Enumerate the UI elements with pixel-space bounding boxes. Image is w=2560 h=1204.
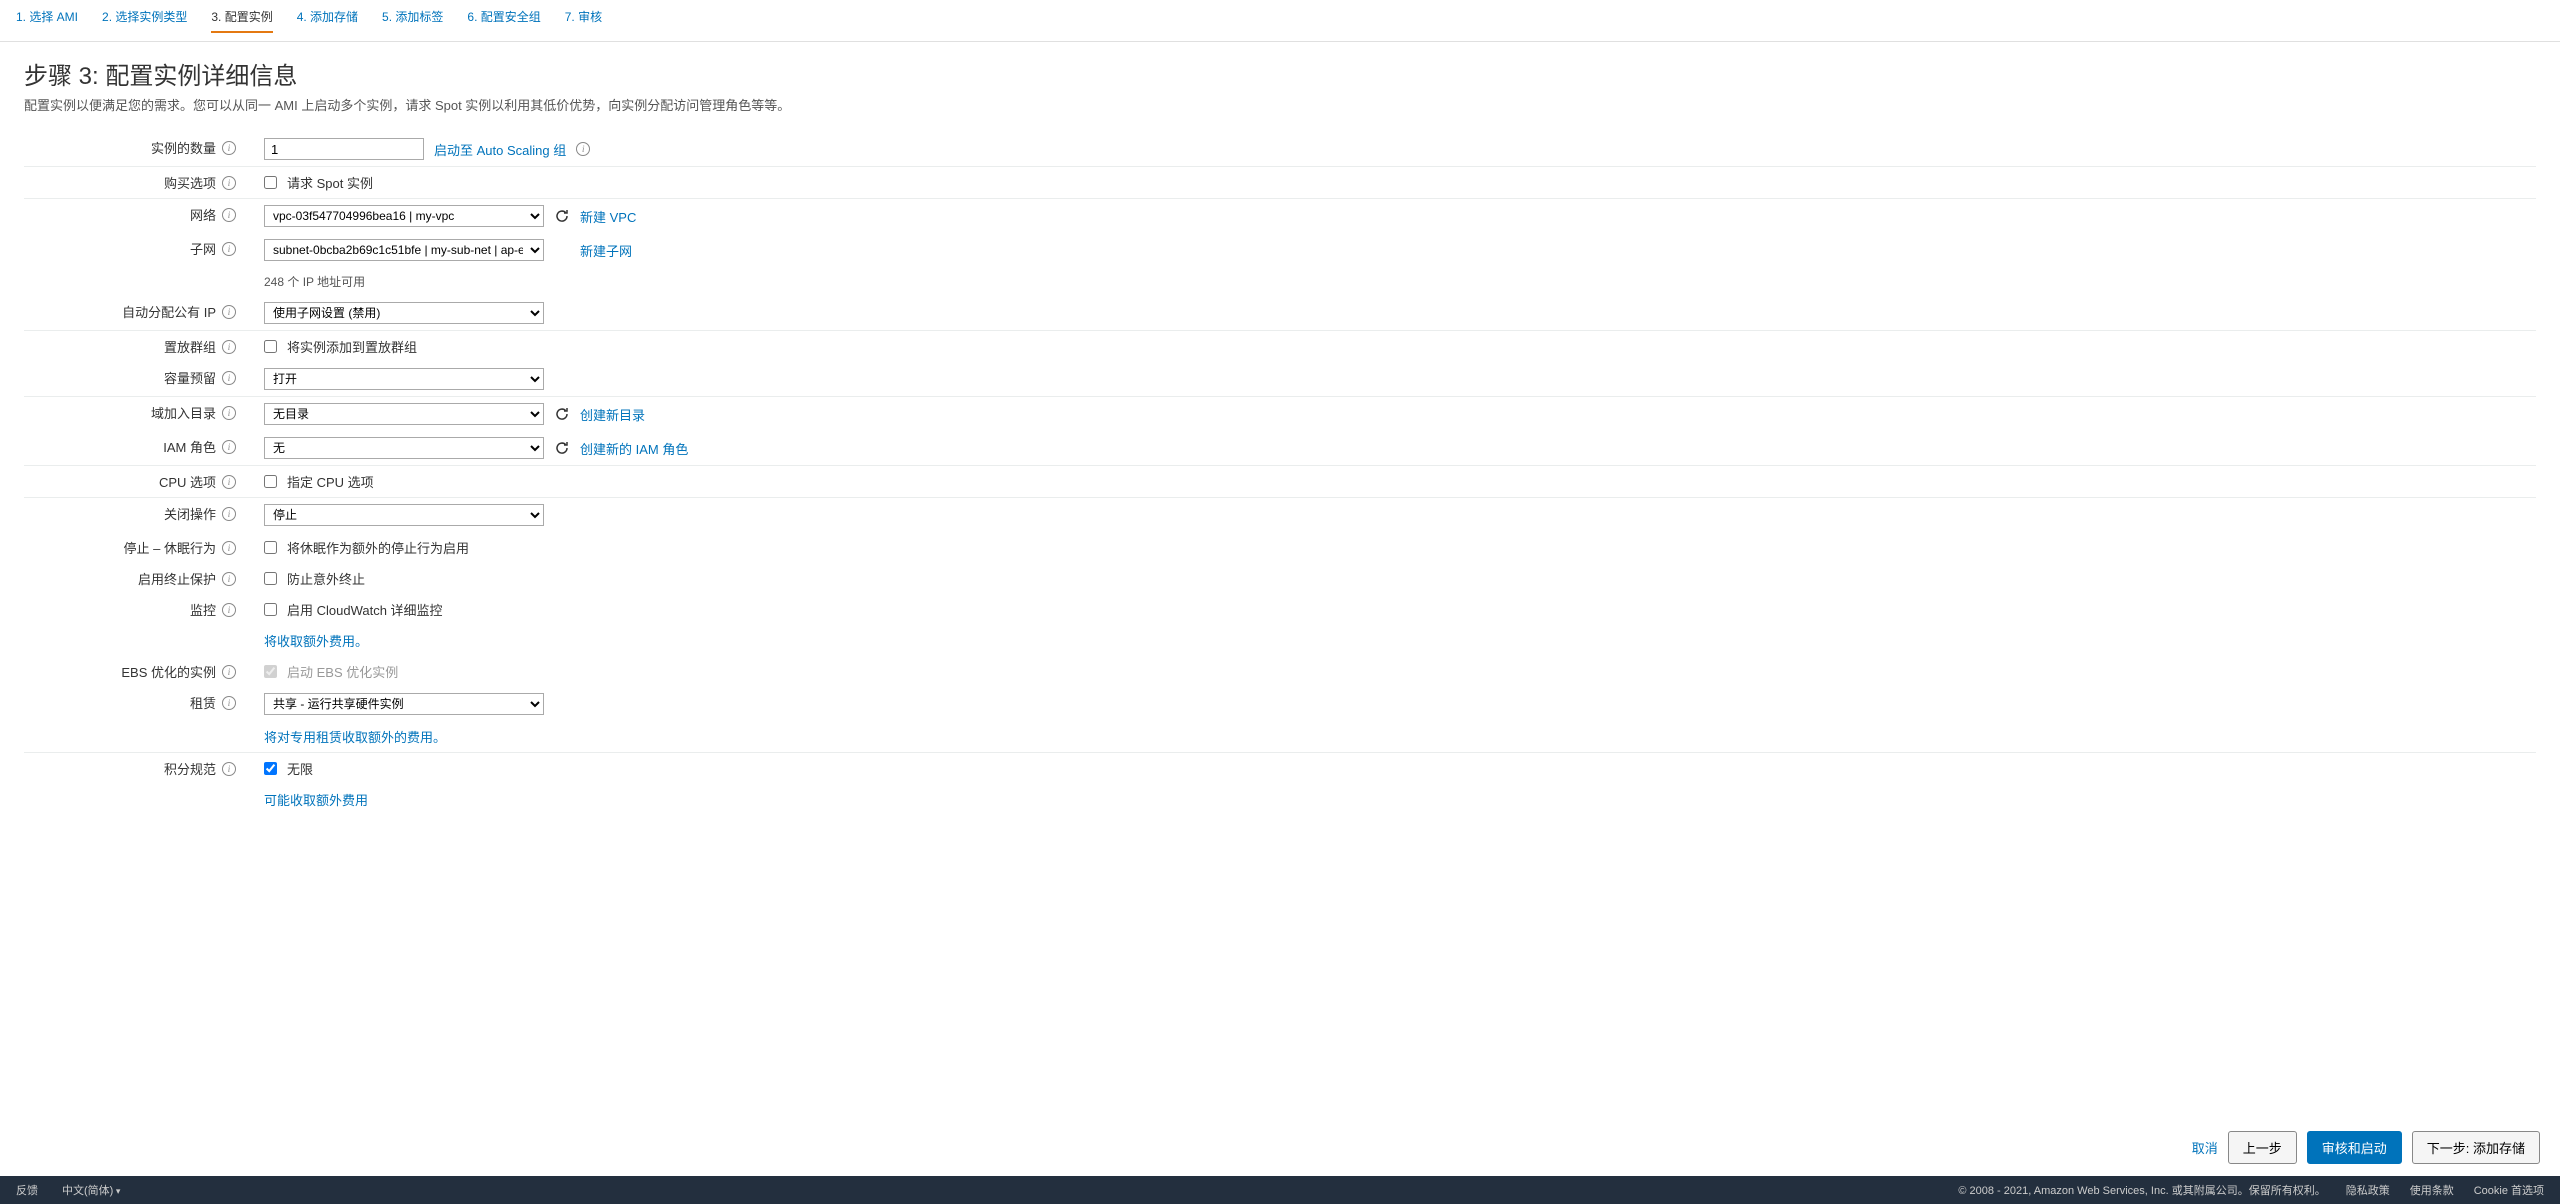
info-icon[interactable]: i <box>222 176 236 190</box>
label-purchase: 购买选项 <box>164 173 216 192</box>
link-autoscaling[interactable]: 启动至 Auto Scaling 组 <box>434 140 566 159</box>
privacy-link[interactable]: 隐私政策 <box>2346 1182 2390 1198</box>
label-capacity: 容量预留 <box>164 368 216 387</box>
label-domain-join: 域加入目录 <box>151 403 216 422</box>
label-iam: IAM 角色 <box>163 437 216 456</box>
review-launch-button[interactable]: 审核和启动 <box>2307 1131 2402 1164</box>
link-new-iam[interactable]: 创建新的 IAM 角色 <box>580 439 688 458</box>
cpu-cb-label: 指定 CPU 选项 <box>287 472 374 491</box>
info-icon[interactable]: i <box>576 142 590 156</box>
info-icon[interactable]: i <box>222 507 236 521</box>
spot-checkbox[interactable] <box>264 176 277 189</box>
tab-ami[interactable]: 1. 选择 AMI <box>16 8 78 33</box>
language-selector[interactable]: 中文(简体) <box>62 1182 120 1198</box>
credit-cb-label: 无限 <box>287 759 313 778</box>
info-icon[interactable]: i <box>222 762 236 776</box>
tab-storage[interactable]: 4. 添加存储 <box>297 8 358 33</box>
info-icon[interactable]: i <box>222 440 236 454</box>
spot-label: 请求 Spot 实例 <box>287 173 373 192</box>
bottom-bar: 反馈 中文(简体) © 2008 - 2021, Amazon Web Serv… <box>0 1176 2560 1204</box>
label-credit: 积分规范 <box>164 759 216 778</box>
monitoring-cb-label: 启用 CloudWatch 详细监控 <box>287 600 443 619</box>
info-icon[interactable]: i <box>222 603 236 617</box>
refresh-icon[interactable] <box>554 440 570 456</box>
info-icon[interactable]: i <box>222 371 236 385</box>
label-instance-count: 实例的数量 <box>151 138 216 157</box>
refresh-icon[interactable] <box>554 406 570 422</box>
label-network: 网络 <box>190 205 216 224</box>
info-icon[interactable]: i <box>222 406 236 420</box>
hibernate-checkbox[interactable] <box>264 541 277 554</box>
label-terminate-protect: 启用终止保护 <box>138 569 216 588</box>
terminate-cb-label: 防止意外终止 <box>287 569 365 588</box>
hibernate-cb-label: 将休眠作为额外的停止行为启用 <box>287 538 469 557</box>
form-content: 步骤 3: 配置实例详细信息 配置实例以便满足您的需求。您可以从同一 AMI 上… <box>0 42 2560 1158</box>
credit-note[interactable]: 可能收取额外费用 <box>264 793 368 808</box>
cookie-link[interactable]: Cookie 首选项 <box>2474 1182 2544 1198</box>
info-icon[interactable]: i <box>222 696 236 710</box>
info-icon[interactable]: i <box>222 305 236 319</box>
terminate-checkbox[interactable] <box>264 572 277 585</box>
info-icon[interactable]: i <box>222 475 236 489</box>
tab-instance-type[interactable]: 2. 选择实例类型 <box>102 8 187 33</box>
cpu-checkbox[interactable] <box>264 475 277 488</box>
monitoring-checkbox[interactable] <box>264 603 277 616</box>
info-icon[interactable]: i <box>222 665 236 679</box>
footer-actions: 取消 上一步 审核和启动 下一步: 添加存储 <box>2192 1121 2540 1174</box>
label-monitoring: 监控 <box>190 600 216 619</box>
info-icon[interactable]: i <box>222 541 236 555</box>
link-new-directory[interactable]: 创建新目录 <box>580 405 645 424</box>
placement-cb-label: 将实例添加到置放群组 <box>287 337 417 356</box>
tab-review[interactable]: 7. 审核 <box>565 8 602 33</box>
monitoring-note[interactable]: 将收取额外费用。 <box>264 634 368 649</box>
cancel-button[interactable]: 取消 <box>2192 1138 2218 1157</box>
ebs-checkbox <box>264 665 277 678</box>
info-icon[interactable]: i <box>222 208 236 222</box>
instance-count-input[interactable] <box>264 138 424 160</box>
info-icon[interactable]: i <box>222 141 236 155</box>
info-icon[interactable]: i <box>222 242 236 256</box>
copyright-text: © 2008 - 2021, Amazon Web Services, Inc.… <box>1958 1182 2325 1198</box>
credit-checkbox[interactable] <box>264 762 277 775</box>
wizard-tabs: 1. 选择 AMI 2. 选择实例类型 3. 配置实例 4. 添加存储 5. 添… <box>0 0 2560 42</box>
auto-ip-select[interactable]: 使用子网设置 (禁用) <box>264 302 544 324</box>
ebs-cb-label: 启动 EBS 优化实例 <box>287 662 398 681</box>
label-subnet: 子网 <box>190 239 216 258</box>
placement-checkbox[interactable] <box>264 340 277 353</box>
tab-sg[interactable]: 6. 配置安全组 <box>467 8 540 33</box>
tab-configure[interactable]: 3. 配置实例 <box>211 8 272 33</box>
page-title: 步骤 3: 配置实例详细信息 <box>24 56 2536 91</box>
domain-select[interactable]: 无目录 <box>264 403 544 425</box>
feedback-link[interactable]: 反馈 <box>16 1182 38 1198</box>
refresh-icon[interactable] <box>554 208 570 224</box>
link-new-vpc[interactable]: 新建 VPC <box>580 207 636 226</box>
subnet-select[interactable]: subnet-0bcba2b69c1c51bfe | my-sub-net | … <box>264 239 544 261</box>
shutdown-select[interactable]: 停止 <box>264 504 544 526</box>
page-desc: 配置实例以便满足您的需求。您可以从同一 AMI 上启动多个实例，请求 Spot … <box>24 95 2536 114</box>
label-ebs-opt: EBS 优化的实例 <box>121 662 216 681</box>
next-button[interactable]: 下一步: 添加存储 <box>2412 1131 2540 1164</box>
label-cpu: CPU 选项 <box>159 472 216 491</box>
network-select[interactable]: vpc-03f547704996bea16 | my-vpc <box>264 205 544 227</box>
info-icon[interactable]: i <box>222 572 236 586</box>
tenancy-select[interactable]: 共享 - 运行共享硬件实例 <box>264 693 544 715</box>
capacity-select[interactable]: 打开 <box>264 368 544 390</box>
tenancy-note[interactable]: 将对专用租赁收取额外的费用。 <box>264 730 446 745</box>
info-icon[interactable]: i <box>222 340 236 354</box>
label-auto-ip: 自动分配公有 IP <box>122 302 216 321</box>
label-shutdown: 关闭操作 <box>164 504 216 523</box>
tab-tags[interactable]: 5. 添加标签 <box>382 8 443 33</box>
label-hibernate: 停止 – 休眠行为 <box>124 538 216 557</box>
label-tenancy: 租赁 <box>190 693 216 712</box>
link-new-subnet[interactable]: 新建子网 <box>580 241 632 260</box>
terms-link[interactable]: 使用条款 <box>2410 1182 2454 1198</box>
subnet-ip-count: 248 个 IP 地址可用 <box>264 273 2536 290</box>
prev-button[interactable]: 上一步 <box>2228 1131 2297 1164</box>
iam-select[interactable]: 无 <box>264 437 544 459</box>
label-placement: 置放群组 <box>164 337 216 356</box>
